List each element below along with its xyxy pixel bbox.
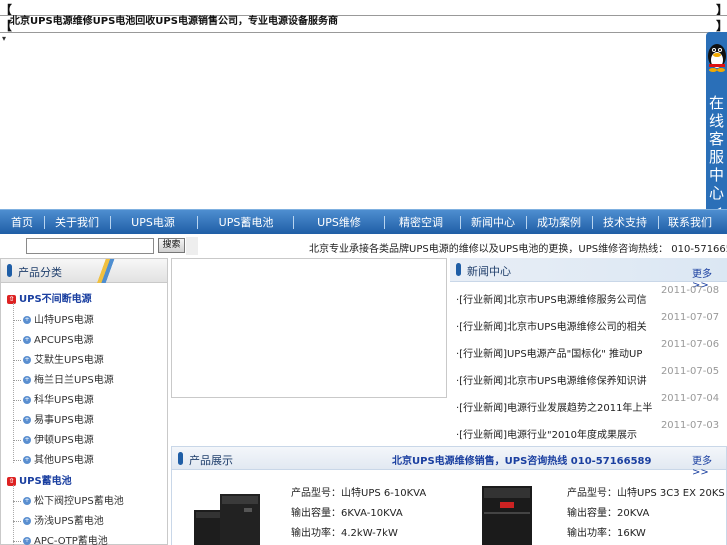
nav-separator [526,216,527,229]
up-arrow-icon: ⇧ [7,294,16,304]
plus-icon: + [23,517,31,525]
news-item[interactable]: ·[行业新闻]电源行业"2010年度成果展示 [456,426,637,441]
category-panel-header: 产品分类 [1,259,167,283]
qq-penguin-icon [708,44,726,72]
header-pill-icon [456,263,461,276]
nav-item-home[interactable]: 首页 [11,210,33,235]
online-service-float[interactable]: 在线客服中心 ◀ [706,32,727,227]
plus-icon: + [23,456,31,464]
news-date: 2011-07-04 [660,393,720,404]
product-capacity: 输出容量：6KVA-10KVA [291,508,403,519]
category-ups-battery[interactable]: ⇧ UPS蓄电池 [7,472,72,487]
product-hotline: 北京UPS电源维修销售，UPS咨询热线 010-57166589 [392,456,652,467]
main-nav: 首页 关于我们 UPS电源 UPS蓄电池 UPS维修 精密空调 新闻中心 成功案… [0,209,727,234]
nav-separator [592,216,593,229]
product-panel-title: 产品展示 [189,454,233,467]
news-date: 2011-07-05 [660,366,720,377]
online-service-label: 在线客服中心 [708,94,724,202]
news-item[interactable]: ·[行业新闻]电源行业发展趋势之2011年上半 [456,399,652,414]
nav-item-ups-power[interactable]: UPS电源 [131,210,175,235]
product-model: 产品型号：山特UPS 6-10KVA [291,488,427,499]
category-item[interactable]: + 松下阀控UPS蓄电池 [13,492,124,507]
nav-separator [44,216,45,229]
category-item[interactable]: + 伊顿UPS电源 [13,431,94,446]
ups-cabinet-image[interactable] [480,486,536,545]
plus-icon: + [23,376,31,384]
nav-item-about[interactable]: 关于我们 [55,210,99,235]
nav-separator [658,216,659,229]
product-power: 输出功率：4.2kW-7kW [291,528,398,539]
category-ups-power[interactable]: ⇧ UPS不间断电源 [7,290,92,305]
nav-separator [293,216,294,229]
plus-icon: + [23,537,31,545]
header-pill-icon [178,452,183,465]
up-arrow-icon: ⇧ [7,476,16,486]
news-date: 2011-07-07 [660,312,720,323]
category-panel-title: 产品分类 [18,266,62,279]
news-item[interactable]: ·[行业新闻]北京市UPS电源维修服务公司信 [456,291,647,306]
nav-separator [460,216,461,229]
nav-item-news[interactable]: 新闻中心 [471,210,515,235]
category-item[interactable]: + 科华UPS电源 [13,391,94,406]
product-power: 输出功率：16KW [567,528,646,539]
search-input[interactable] [26,238,154,254]
plus-icon: + [23,316,31,324]
header-divider-bottom [0,32,727,33]
news-date: 2011-07-08 [660,285,720,296]
product-capacity: 输出容量：20KVA [567,508,650,519]
company-banner-box [171,258,447,398]
news-item[interactable]: ·[行业新闻]北京市UPS电源维修公司的相关 [456,318,647,333]
category-item[interactable]: + 汤浅UPS蓄电池 [13,512,104,527]
header-pill-icon [7,264,12,277]
category-item[interactable]: + APCUPS电源 [13,331,94,346]
news-panel-header: 新闻中心 [450,258,727,282]
header-stripe-decoration [97,259,117,283]
plus-icon: + [23,356,31,364]
search-spacer [186,237,198,255]
search-button[interactable]: 搜索 [158,238,185,253]
news-panel-title: 新闻中心 [467,265,511,278]
product-list: 产品型号：山特UPS 6-10KVA 输出容量：6KVA-10KVA 输出功率：… [171,470,727,545]
plus-icon: + [23,497,31,505]
nav-separator [384,216,385,229]
news-item[interactable]: ·[行业新闻]UPS电源产品"国标化" 推动UP [456,345,642,360]
category-item[interactable]: + 梅兰日兰UPS电源 [13,371,114,386]
category-item[interactable]: + 易事UPS电源 [13,411,94,426]
nav-item-ups-repair[interactable]: UPS维修 [317,210,361,235]
news-item[interactable]: ·[行业新闻]北京市UPS电源维修保养知识讲 [456,372,647,387]
news-date: 2011-07-03 [660,420,720,431]
site-title: 北京UPS电源维修UPS电池回收UPS电源销售公司，专业电源设备服务商 [10,16,338,27]
news-date: 2011-07-06 [660,339,720,350]
category-item[interactable]: + APC-OTP蓄电池 [13,532,108,545]
product-model: 产品型号：山特UPS 3C3 EX 20KS [567,488,725,499]
category-item[interactable]: + 艾默生UPS电源 [13,351,104,366]
category-item[interactable]: + 山特UPS电源 [13,311,94,326]
nav-item-support[interactable]: 技术支持 [603,210,647,235]
nav-separator [110,216,111,229]
ups-tower-image[interactable] [194,490,266,545]
nav-item-contact[interactable]: 联系我们 [668,210,712,235]
nav-separator [197,216,198,229]
plus-icon: + [23,436,31,444]
plus-icon: + [23,416,31,424]
corner-mark: ▾ [2,34,7,43]
plus-icon: + [23,336,31,344]
nav-item-cases[interactable]: 成功案例 [537,210,581,235]
product-category-panel: 产品分类 ⇧ UPS不间断电源 + 山特UPS电源 + APCUPS电源 + 艾默生UP… [0,258,168,545]
nav-item-ups-battery[interactable]: UPS蓄电池 [219,210,274,235]
hotline-marquee: 北京专业承接各类品牌UPS电源的维修以及UPS电池的更换，UPS维修咨询热线： … [309,244,727,255]
category-item[interactable]: + 其他UPS电源 [13,451,94,466]
plus-icon: + [23,396,31,404]
nav-item-precision-ac[interactable]: 精密空调 [399,210,443,235]
